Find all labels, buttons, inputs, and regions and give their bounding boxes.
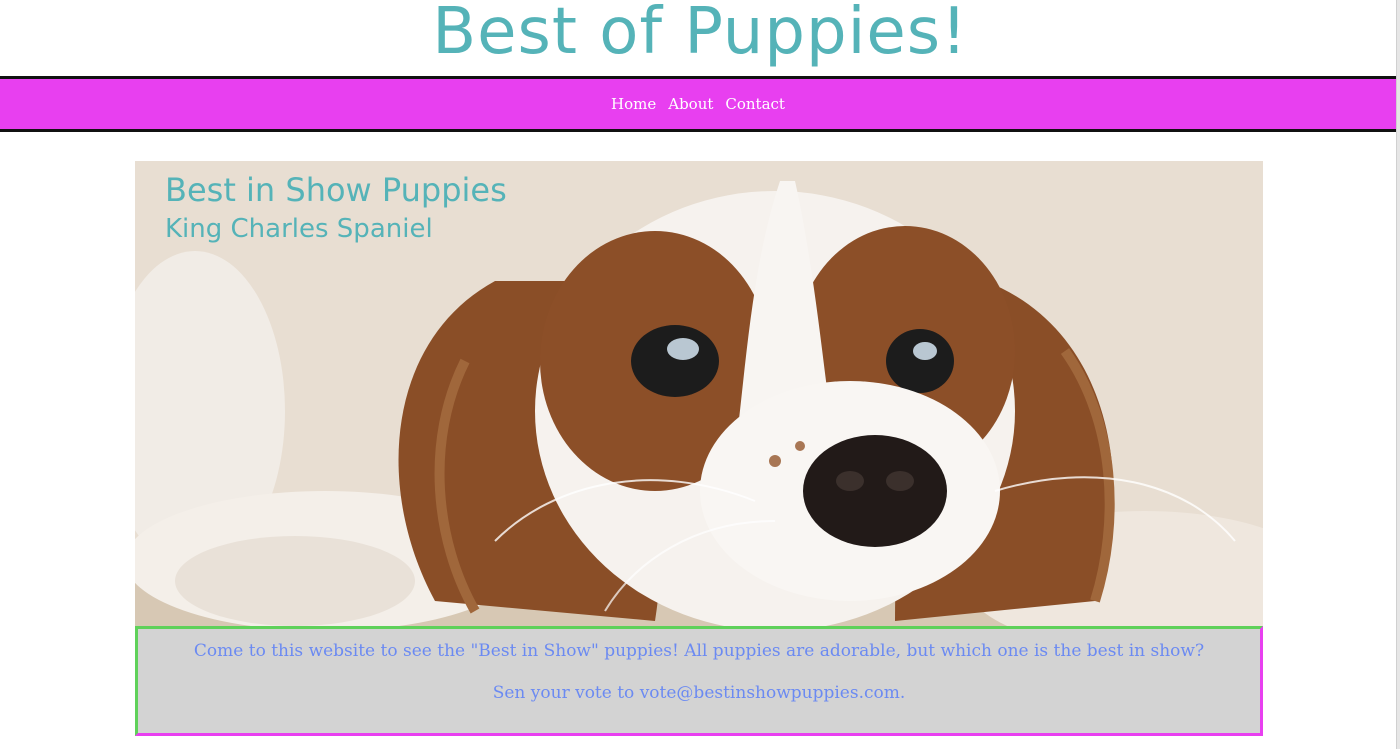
hero-text: Best in Show Puppies King Charles Spanie…	[165, 171, 507, 245]
nav-bar: Home About Contact	[0, 76, 1396, 132]
site-title: Best of Puppies!	[432, 0, 968, 69]
nav-link-about[interactable]: About	[668, 95, 713, 113]
vote-text: Sen your vote to vote@bestinshowpuppies.…	[492, 683, 906, 703]
hero-banner: Best in Show Puppies King Charles Spanie…	[135, 161, 1263, 626]
info-box: Come to this website to see the "Best in…	[135, 626, 1263, 736]
nav-link-home[interactable]: Home	[611, 95, 656, 113]
hero-subheading: King Charles Spaniel	[165, 214, 433, 244]
scrollbar[interactable]	[1396, 0, 1400, 749]
intro-text: Come to this website to see the "Best in…	[193, 641, 1205, 661]
nav-link-contact[interactable]: Contact	[725, 95, 785, 113]
hero-heading: Best in Show Puppies	[165, 171, 507, 209]
